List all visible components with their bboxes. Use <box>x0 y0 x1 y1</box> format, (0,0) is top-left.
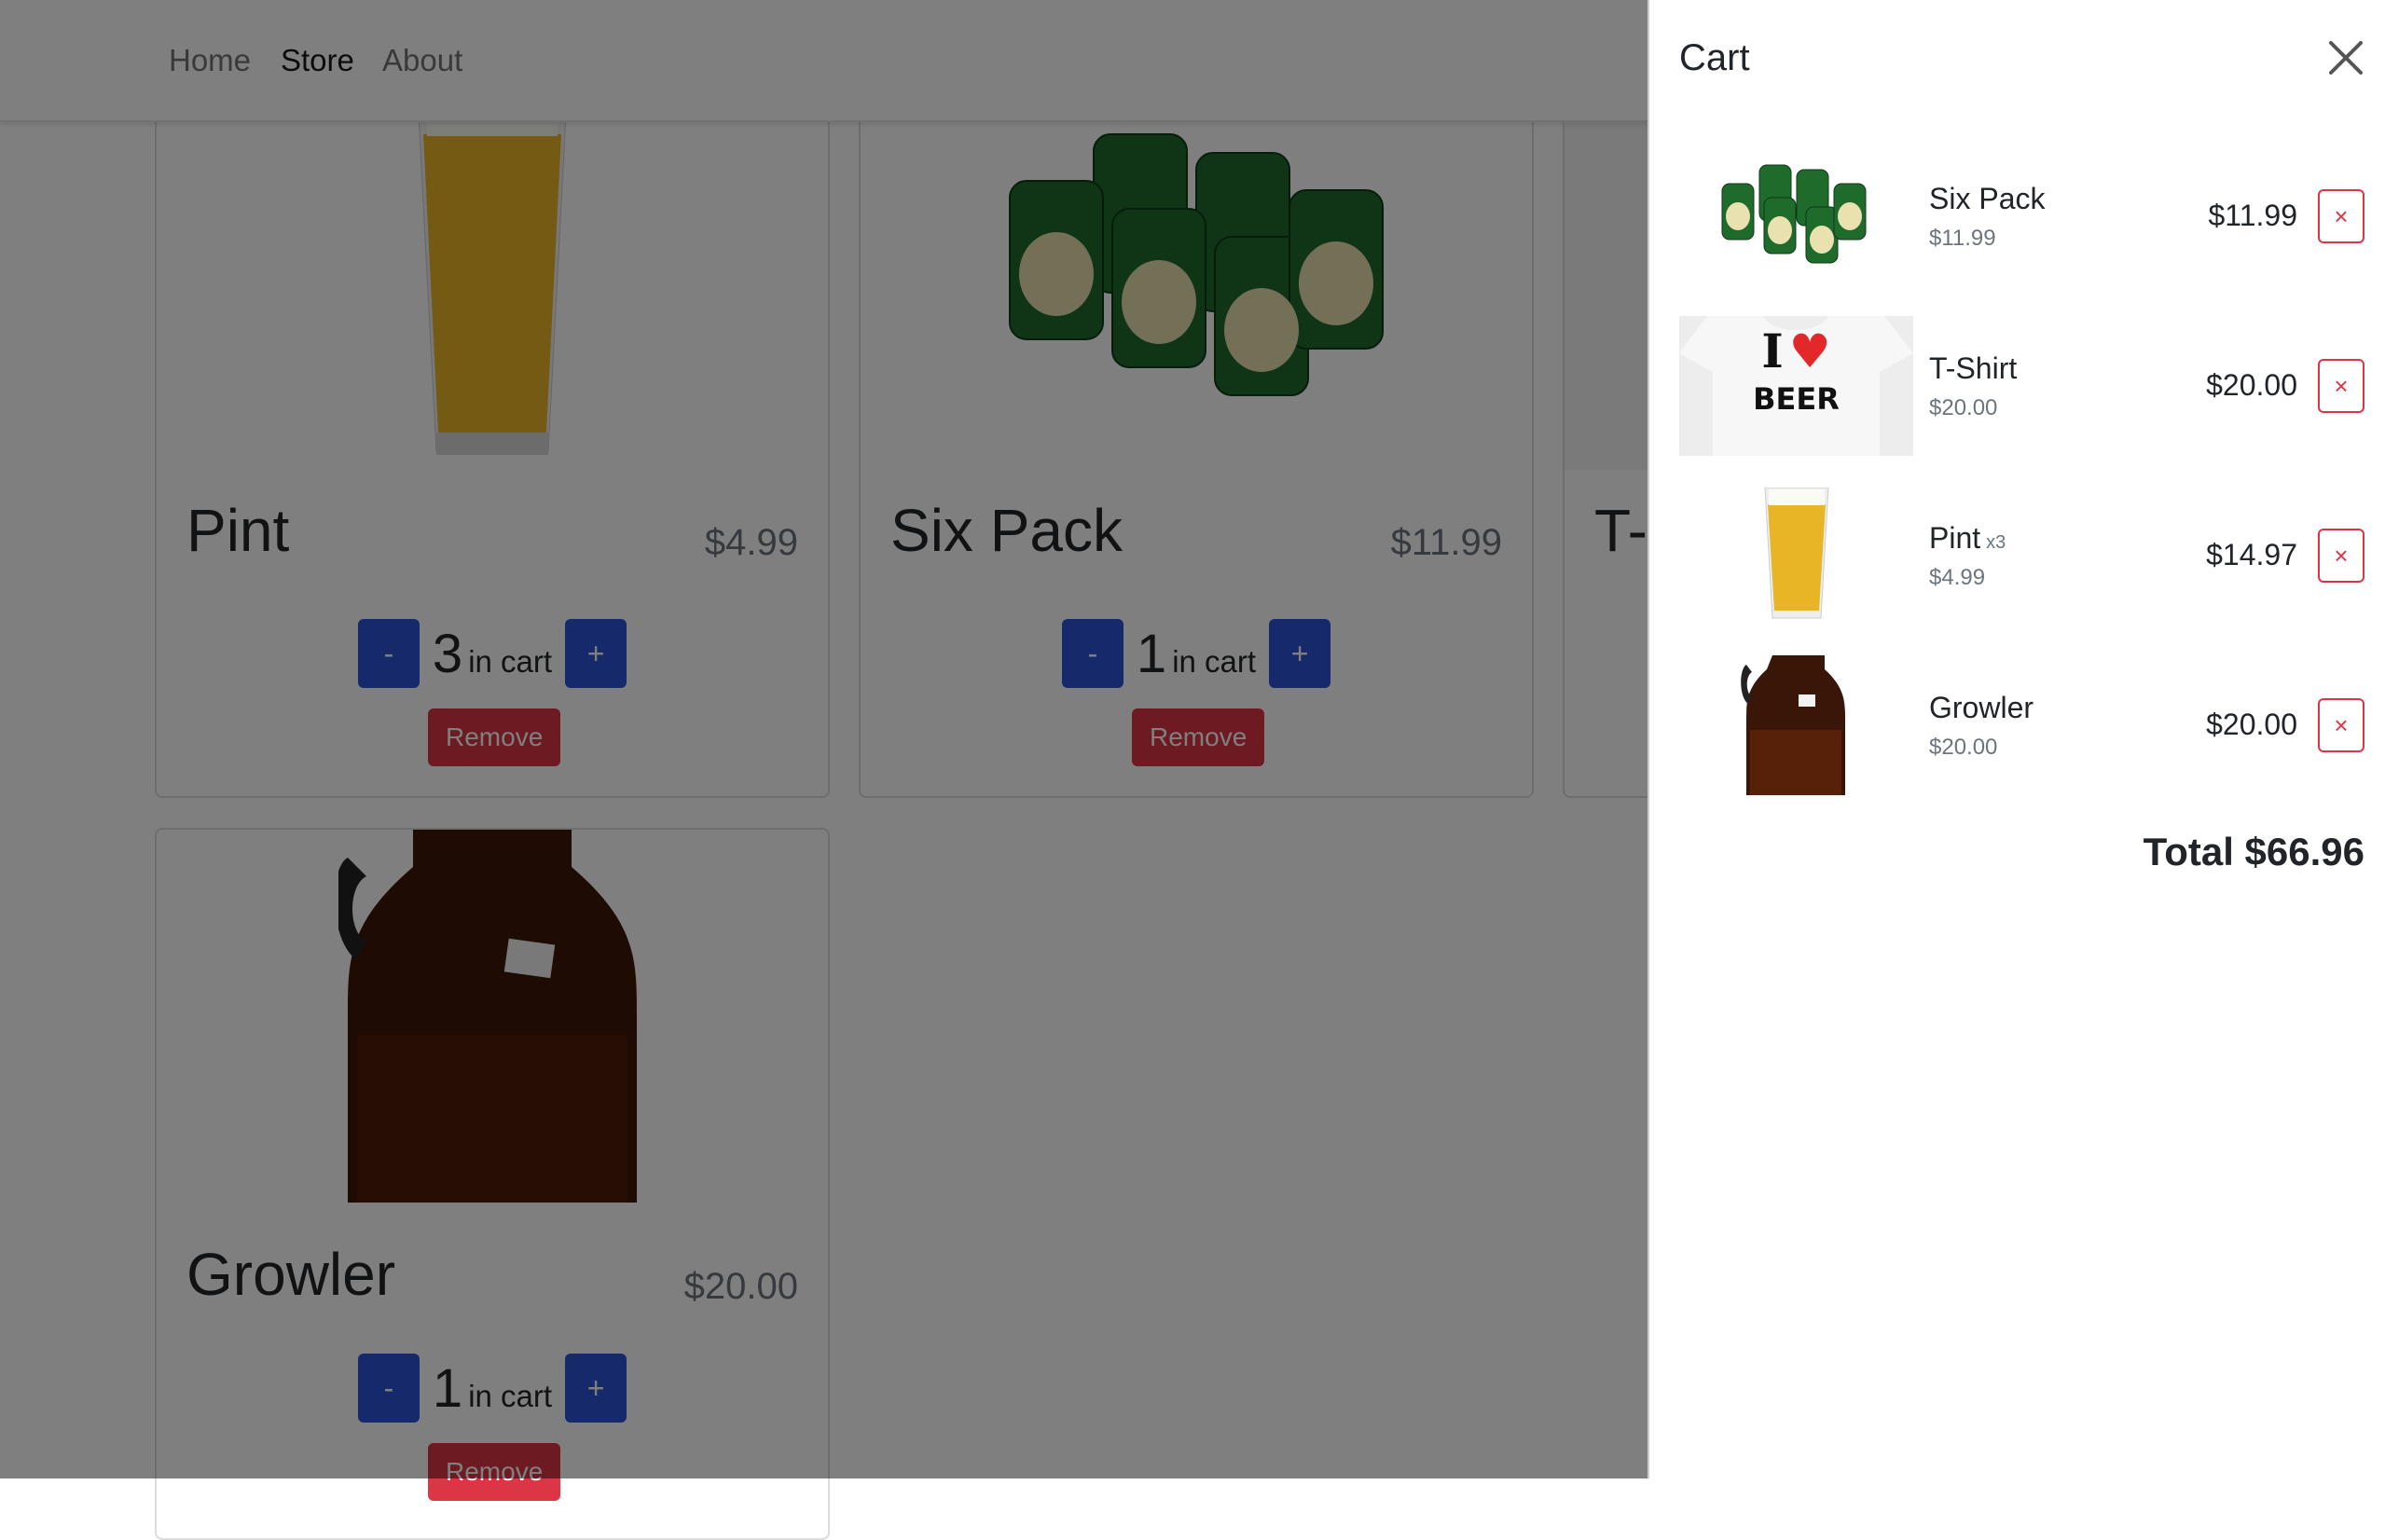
cart-title: Cart <box>1679 37 1750 78</box>
heart-icon: ♥ <box>1788 323 1831 378</box>
cart-item-line-total: $14.97 <box>2206 538 2297 571</box>
six-pack-thumbnail <box>1679 146 1913 286</box>
cart-item-unit-price: $20.00 <box>1929 395 1998 420</box>
growler-thumbnail <box>1679 655 1913 795</box>
pint-thumbnail <box>1679 486 1913 626</box>
cart-item-pint: Pint x3 $4.99 $14.97 × <box>1679 486 2364 626</box>
cart-total: Total $66.96 <box>2143 830 2364 873</box>
cart-item-six-pack: Six Pack $11.99 $11.99 × <box>1679 146 2364 286</box>
cart-item-unit-price: $4.99 <box>1929 565 1986 590</box>
cart-item-unit-price: $20.00 <box>1929 735 1998 760</box>
close-icon[interactable] <box>2325 37 2366 78</box>
t-shirt-thumbnail: I ♥ BEER <box>1679 316 1913 456</box>
cart-item-unit-price: $11.99 <box>1929 226 1996 251</box>
cart-offcanvas: Cart Six Pack $11.99 $11.99 × I ♥ BEER T… <box>1647 0 2385 1478</box>
cart-item-growler: Growler $20.00 $20.00 × <box>1679 655 2364 795</box>
remove-from-cart-button[interactable]: × <box>2318 698 2364 752</box>
cart-item-line-total: $11.99 <box>2208 199 2298 232</box>
cart-item-name: Growler <box>1929 691 2034 724</box>
cart-item-name: Six Pack <box>1929 182 2046 215</box>
cart-item-t-shirt: I ♥ BEER T-Shirt $20.00 $20.00 × <box>1679 316 2364 456</box>
cart-item-line-total: $20.00 <box>2206 708 2297 741</box>
t-shirt-print-i: I <box>1761 323 1784 378</box>
cart-item-line-total: $20.00 <box>2206 368 2297 402</box>
t-shirt-print-beer: BEER <box>1753 381 1840 417</box>
remove-from-cart-button[interactable]: × <box>2318 529 2364 583</box>
remove-from-cart-button[interactable]: × <box>2318 359 2364 413</box>
cart-item-name: T-Shirt <box>1929 351 2018 385</box>
quantity-multiplier: x3 <box>1986 532 2006 553</box>
remove-from-cart-button[interactable]: × <box>2318 189 2364 243</box>
cart-item-name: Pint x3 <box>1929 521 2006 555</box>
